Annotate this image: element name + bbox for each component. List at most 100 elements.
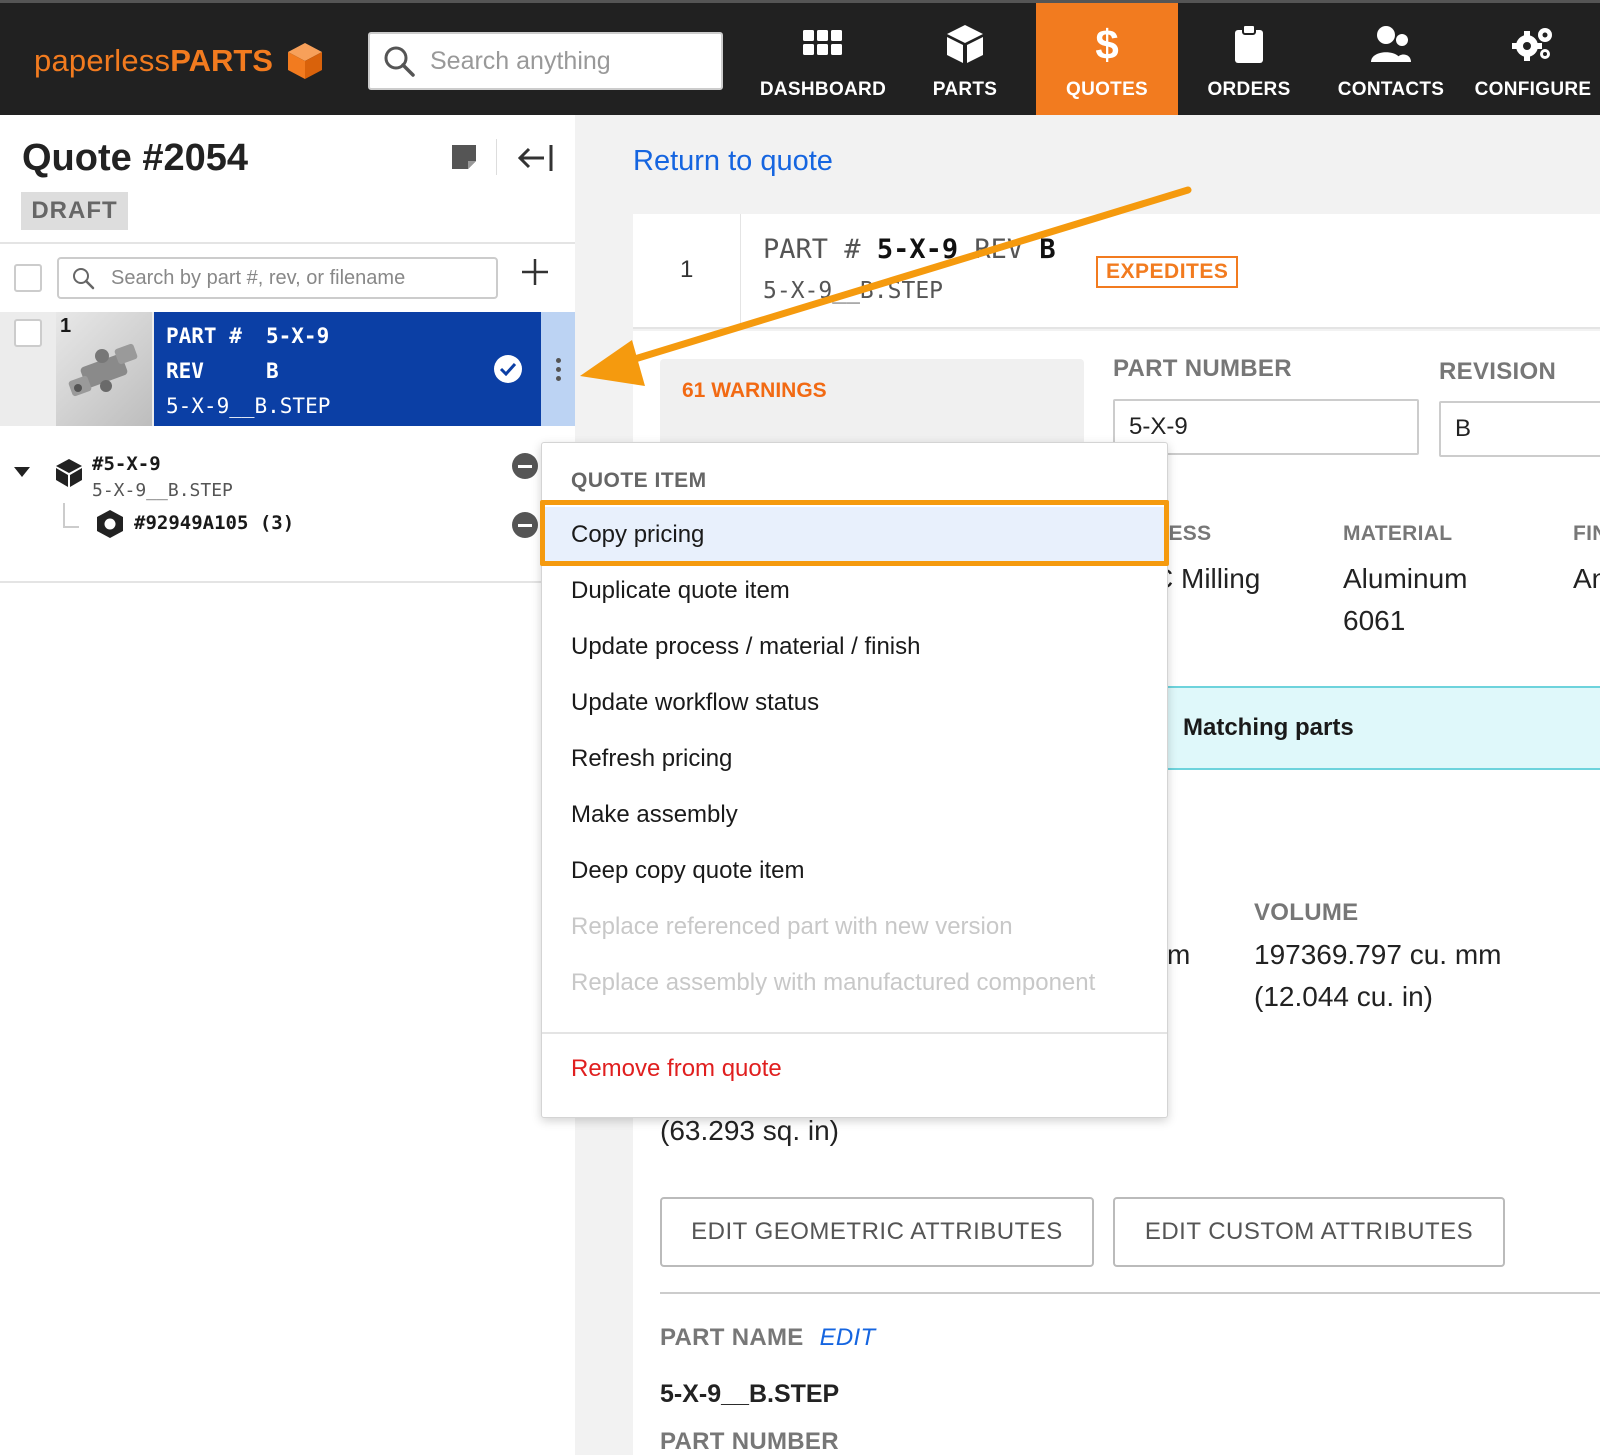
menu-item-remove-from-quote[interactable]: Remove from quote bbox=[542, 1041, 1167, 1097]
part-number: 5-X-9 bbox=[266, 324, 330, 348]
part-heading: PART # 5-X-9 REV B bbox=[763, 234, 1056, 265]
logo-text-parts: PARTS bbox=[170, 43, 273, 78]
select-all-checkbox[interactable] bbox=[14, 264, 42, 292]
rev-label: REV bbox=[166, 359, 204, 383]
rev-label: REV bbox=[974, 234, 1024, 265]
dollar-icon: $ bbox=[1093, 23, 1121, 65]
edit-part-name-link[interactable]: EDIT bbox=[820, 1324, 876, 1351]
top-nav-bar: paperless PARTS DASHBOARD bbox=[0, 0, 1600, 115]
part-label: PART # bbox=[763, 234, 861, 265]
logo-cube-icon bbox=[287, 43, 322, 79]
svg-text:$: $ bbox=[1095, 23, 1118, 65]
note-icon[interactable] bbox=[450, 143, 478, 176]
divider bbox=[740, 214, 741, 329]
part-header-card: 1 PART # 5-X-9 REV B 5-X-9__B.STEP EXPED… bbox=[633, 214, 1600, 329]
part-label: PART # bbox=[166, 324, 242, 348]
kebab-dot bbox=[555, 366, 561, 372]
finish-value: An bbox=[1573, 563, 1600, 594]
material-line1: Aluminum bbox=[1343, 563, 1468, 594]
menu-item-update-workflow[interactable]: Update workflow status bbox=[542, 675, 1167, 731]
item-search-input[interactable] bbox=[111, 266, 491, 290]
nav-configure[interactable]: CONFIGURE bbox=[1462, 3, 1600, 115]
matching-parts-banner[interactable]: Matching parts bbox=[1103, 686, 1600, 770]
kebab-dot bbox=[555, 357, 561, 363]
item-checkbox[interactable] bbox=[14, 319, 42, 347]
clipboard-icon bbox=[1233, 23, 1265, 65]
menu-item-refresh-pricing[interactable]: Refresh pricing bbox=[542, 731, 1167, 787]
nav-label: PARTS bbox=[932, 79, 998, 100]
tree-root-name[interactable]: #5-X-9 bbox=[92, 453, 161, 475]
menu-item-update-process[interactable]: Update process / material / finish bbox=[542, 619, 1167, 675]
nav-dashboard[interactable]: DASHBOARD bbox=[752, 3, 894, 115]
nav-parts[interactable]: PARTS bbox=[894, 3, 1036, 115]
part-number-label: PART NUMBER bbox=[1113, 355, 1292, 382]
item-actions-menu-button[interactable] bbox=[541, 312, 575, 426]
quote-item-context-menu: QUOTE ITEM Copy pricing Duplicate quote … bbox=[541, 442, 1168, 1118]
volume-in: (12.044 cu. in) bbox=[1254, 981, 1433, 1012]
nav-quotes[interactable]: $ QUOTES bbox=[1036, 3, 1178, 115]
global-search-input[interactable] bbox=[430, 46, 710, 76]
volume-mm: 197369.797 cu. mm bbox=[1254, 939, 1502, 970]
nav-orders[interactable]: ORDERS bbox=[1178, 3, 1320, 115]
part-filename: 5-X-9__B.STEP bbox=[763, 278, 944, 304]
global-search-box[interactable] bbox=[368, 32, 723, 90]
search-icon bbox=[384, 46, 415, 77]
tree-collapse-caret-icon[interactable] bbox=[14, 467, 30, 477]
edit-custom-attributes-button[interactable]: EDIT CUSTOM ATTRIBUTES bbox=[1113, 1197, 1505, 1267]
remove-component-button[interactable] bbox=[512, 453, 538, 479]
app-logo[interactable]: paperless PARTS bbox=[34, 41, 325, 81]
tree-connector bbox=[63, 503, 79, 528]
divider bbox=[496, 139, 497, 175]
quote-sidebar: Quote #2054 DRAFT Search by part #, rev,… bbox=[0, 115, 575, 1455]
check-icon bbox=[494, 355, 522, 383]
volume-label: VOLUME bbox=[1254, 899, 1359, 926]
menu-item-make-assembly[interactable]: Make assembly bbox=[542, 787, 1167, 843]
warnings-count: 61 WARNINGS bbox=[682, 379, 827, 402]
add-item-button[interactable] bbox=[520, 255, 550, 295]
part-name-label-row: PART NAME EDIT bbox=[660, 1324, 875, 1352]
collapse-sidebar-icon[interactable] bbox=[517, 143, 554, 178]
item-number: 1 bbox=[60, 315, 72, 337]
kebab-dot bbox=[555, 375, 561, 381]
part-number-label-2: PART NUMBER bbox=[660, 1428, 839, 1455]
selected-part-card[interactable]: PART # 5-X-9 REV B 5-X-9__B.STEP bbox=[154, 312, 541, 426]
nav-label: QUOTES bbox=[1065, 79, 1149, 100]
menu-item-copy-pricing[interactable]: Copy pricing bbox=[542, 507, 1167, 563]
main-nav: DASHBOARD PARTS $ QUOTES ORDERS CONTACTS… bbox=[752, 3, 1600, 115]
menu-item-deep-copy[interactable]: Deep copy quote item bbox=[542, 843, 1167, 899]
menu-header: QUOTE ITEM bbox=[571, 469, 707, 492]
remove-component-button[interactable] bbox=[512, 512, 538, 538]
revision-label: REVISION bbox=[1439, 358, 1557, 385]
grid-icon bbox=[803, 23, 843, 65]
nav-label: CONFIGURE bbox=[1474, 79, 1592, 100]
expedites-badge: EXPEDITES bbox=[1096, 256, 1239, 288]
edit-geometric-attributes-button[interactable]: EDIT GEOMETRIC ATTRIBUTES bbox=[660, 1197, 1094, 1267]
revision-field[interactable]: B bbox=[1439, 401, 1600, 457]
part-filename: 5-X-9__B.STEP bbox=[166, 394, 331, 418]
menu-divider bbox=[542, 1032, 1167, 1034]
item-search-box[interactable] bbox=[57, 257, 498, 299]
cube-icon bbox=[945, 23, 985, 65]
matching-parts-label: Matching parts bbox=[1183, 714, 1354, 741]
tree-child-name[interactable]: #92949A105 (3) bbox=[134, 512, 294, 534]
part-model-image bbox=[68, 343, 138, 397]
logo-text-paperless: paperless bbox=[34, 43, 171, 78]
return-to-quote-link[interactable]: Return to quote bbox=[633, 145, 833, 178]
divider bbox=[660, 1292, 1600, 1294]
nav-label: CONTACTS bbox=[1337, 79, 1445, 100]
divider bbox=[0, 581, 575, 583]
tree-root-file: 5-X-9__B.STEP bbox=[92, 480, 233, 501]
nav-label: ORDERS bbox=[1207, 79, 1291, 100]
menu-item-duplicate[interactable]: Duplicate quote item bbox=[542, 563, 1167, 619]
part-name-label: PART NAME bbox=[660, 1324, 804, 1351]
rev-value: B bbox=[1039, 234, 1056, 265]
part-name-value: 5-X-9__B.STEP bbox=[660, 1380, 840, 1408]
quote-title: Quote #2054 bbox=[22, 137, 248, 179]
search-icon bbox=[73, 268, 95, 290]
users-icon bbox=[1370, 23, 1412, 65]
menu-item-replace-part: Replace referenced part with new version bbox=[571, 913, 1013, 940]
nav-label: DASHBOARD bbox=[759, 79, 887, 100]
hex-nut-icon bbox=[96, 509, 124, 544]
nav-contacts[interactable]: CONTACTS bbox=[1320, 3, 1462, 115]
plus-icon bbox=[522, 259, 548, 285]
